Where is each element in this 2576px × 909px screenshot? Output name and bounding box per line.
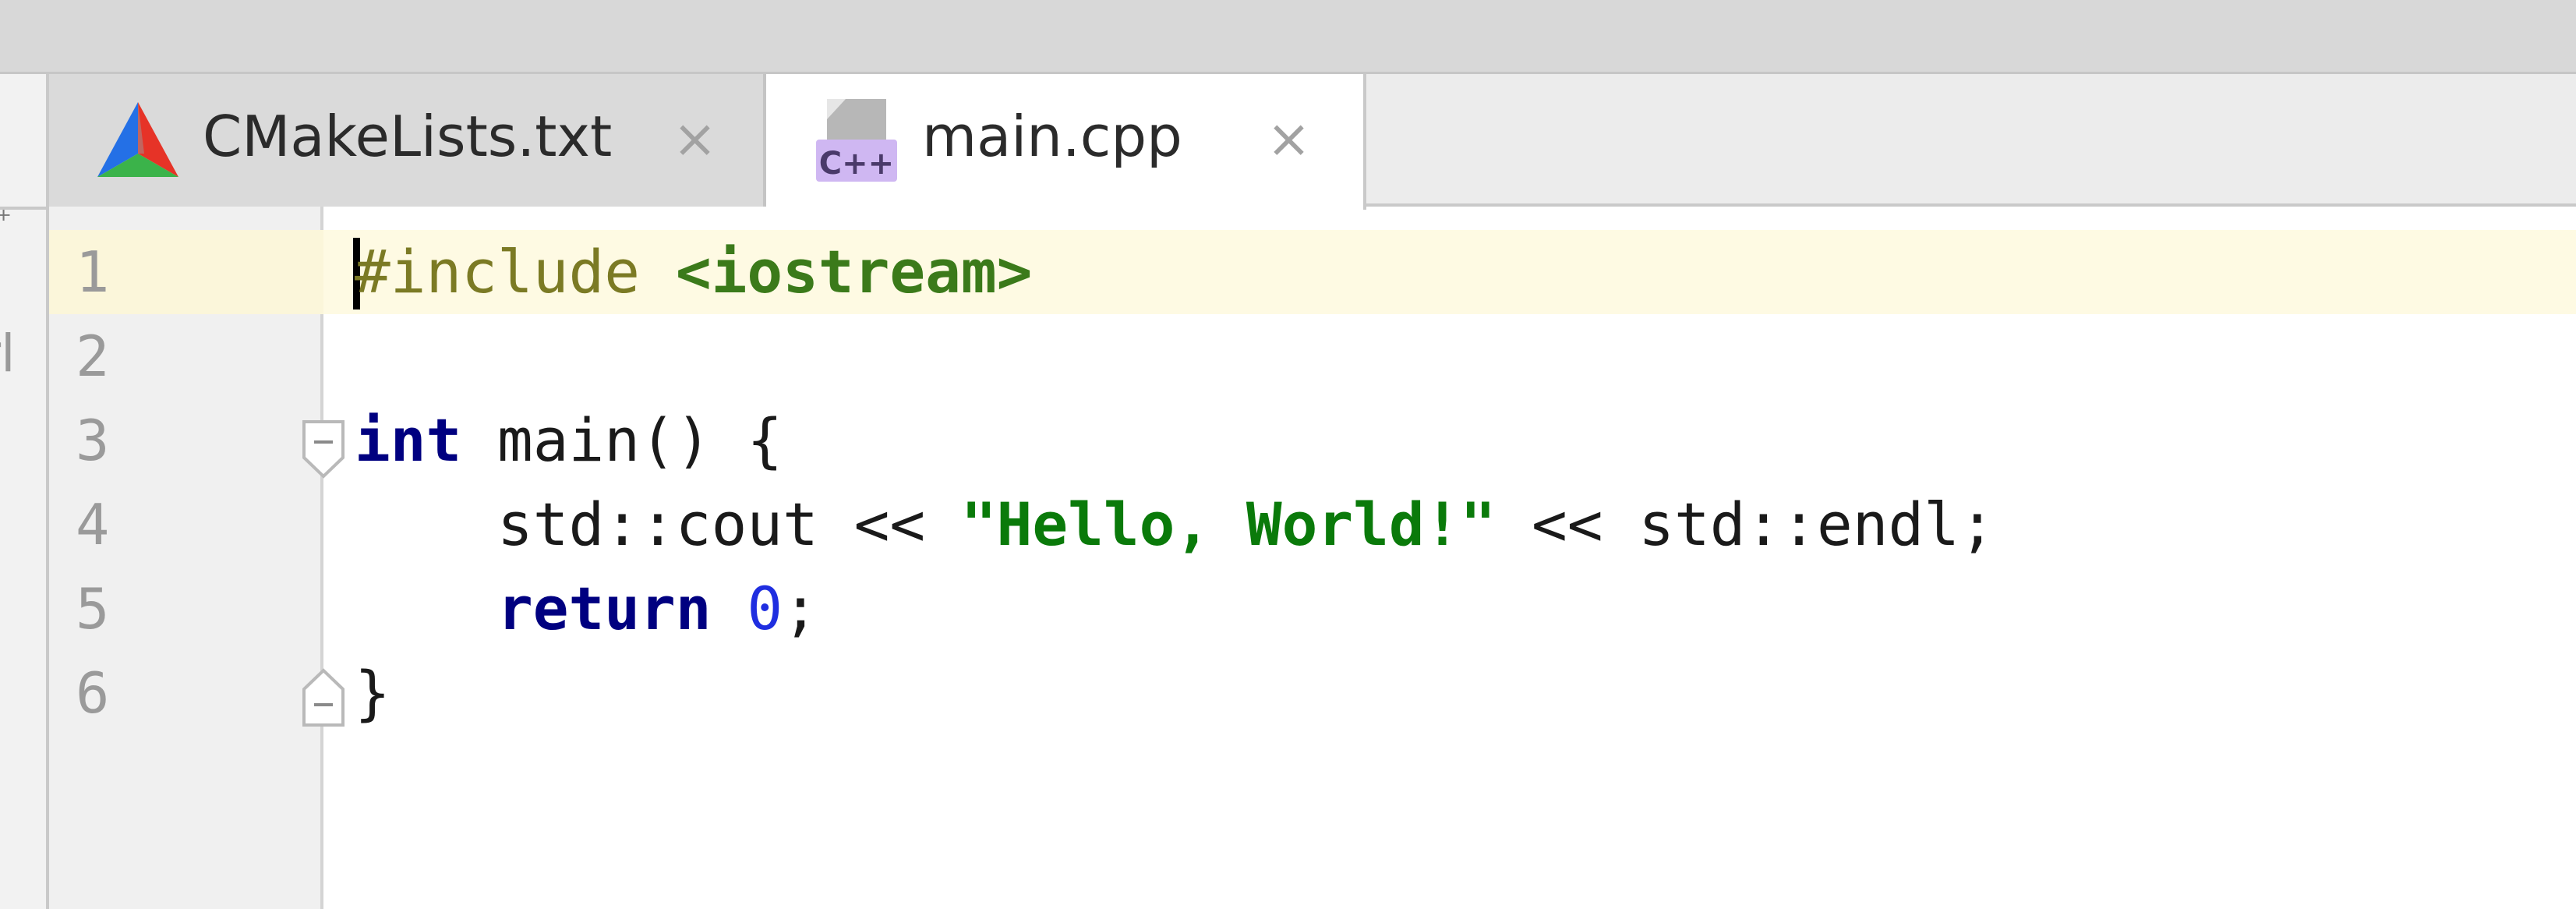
line-number: 4 [76,492,110,557]
include-header: <iostream> [675,237,1033,306]
fold-collapse-icon[interactable] [301,419,346,481]
code-line-1[interactable]: #include <iostream> [355,230,1032,314]
project-tree-partial-text: rl [0,324,16,384]
editor-tab-bar: CMakeLists.txt × C++ main.cpp × [49,74,2576,210]
cmake-icon [97,102,178,177]
code-line-6[interactable]: } [355,651,390,735]
cout-expression: std::cout << [497,490,961,559]
code-line-3[interactable]: int main() { [355,398,783,483]
semicolon: ; [783,574,818,643]
close-tab-icon[interactable]: × [673,113,717,166]
line-number: 5 [76,576,110,642]
panel-divider [0,207,46,210]
keyword-return: return [497,574,712,643]
string-literal: "Hello, World!" [960,490,1496,559]
endl-expression: << std::endl; [1496,490,1995,559]
cpp-file-icon: C++ [816,99,897,182]
tab-label: CMakeLists.txt [203,104,613,169]
code-line-4[interactable]: std::cout << "Hello, World!" << std::end… [355,483,1995,567]
line-number: 2 [76,324,110,389]
keyword-int: int [355,405,462,475]
tab-main-cpp[interactable]: C++ main.cpp × [766,74,1366,210]
line-number: 6 [76,660,110,726]
svg-text:C++: C++ [819,146,894,182]
function-signature: main() { [461,405,783,475]
tab-label: main.cpp [922,104,1182,169]
code-line-5[interactable]: return 0; [355,567,818,651]
fold-end-icon[interactable] [301,666,346,728]
close-tab-icon[interactable]: × [1267,113,1311,166]
tab-cmakelists[interactable]: CMakeLists.txt × [49,74,766,207]
line-number: 3 [76,408,110,473]
line-number: 1 [76,239,110,305]
number-literal: 0 [747,574,783,643]
window-title-bar [0,0,2576,74]
preprocessor-directive: #include [355,237,641,306]
closing-brace: } [355,658,390,727]
project-panel-edge[interactable]: ⁺ rl [0,74,49,909]
